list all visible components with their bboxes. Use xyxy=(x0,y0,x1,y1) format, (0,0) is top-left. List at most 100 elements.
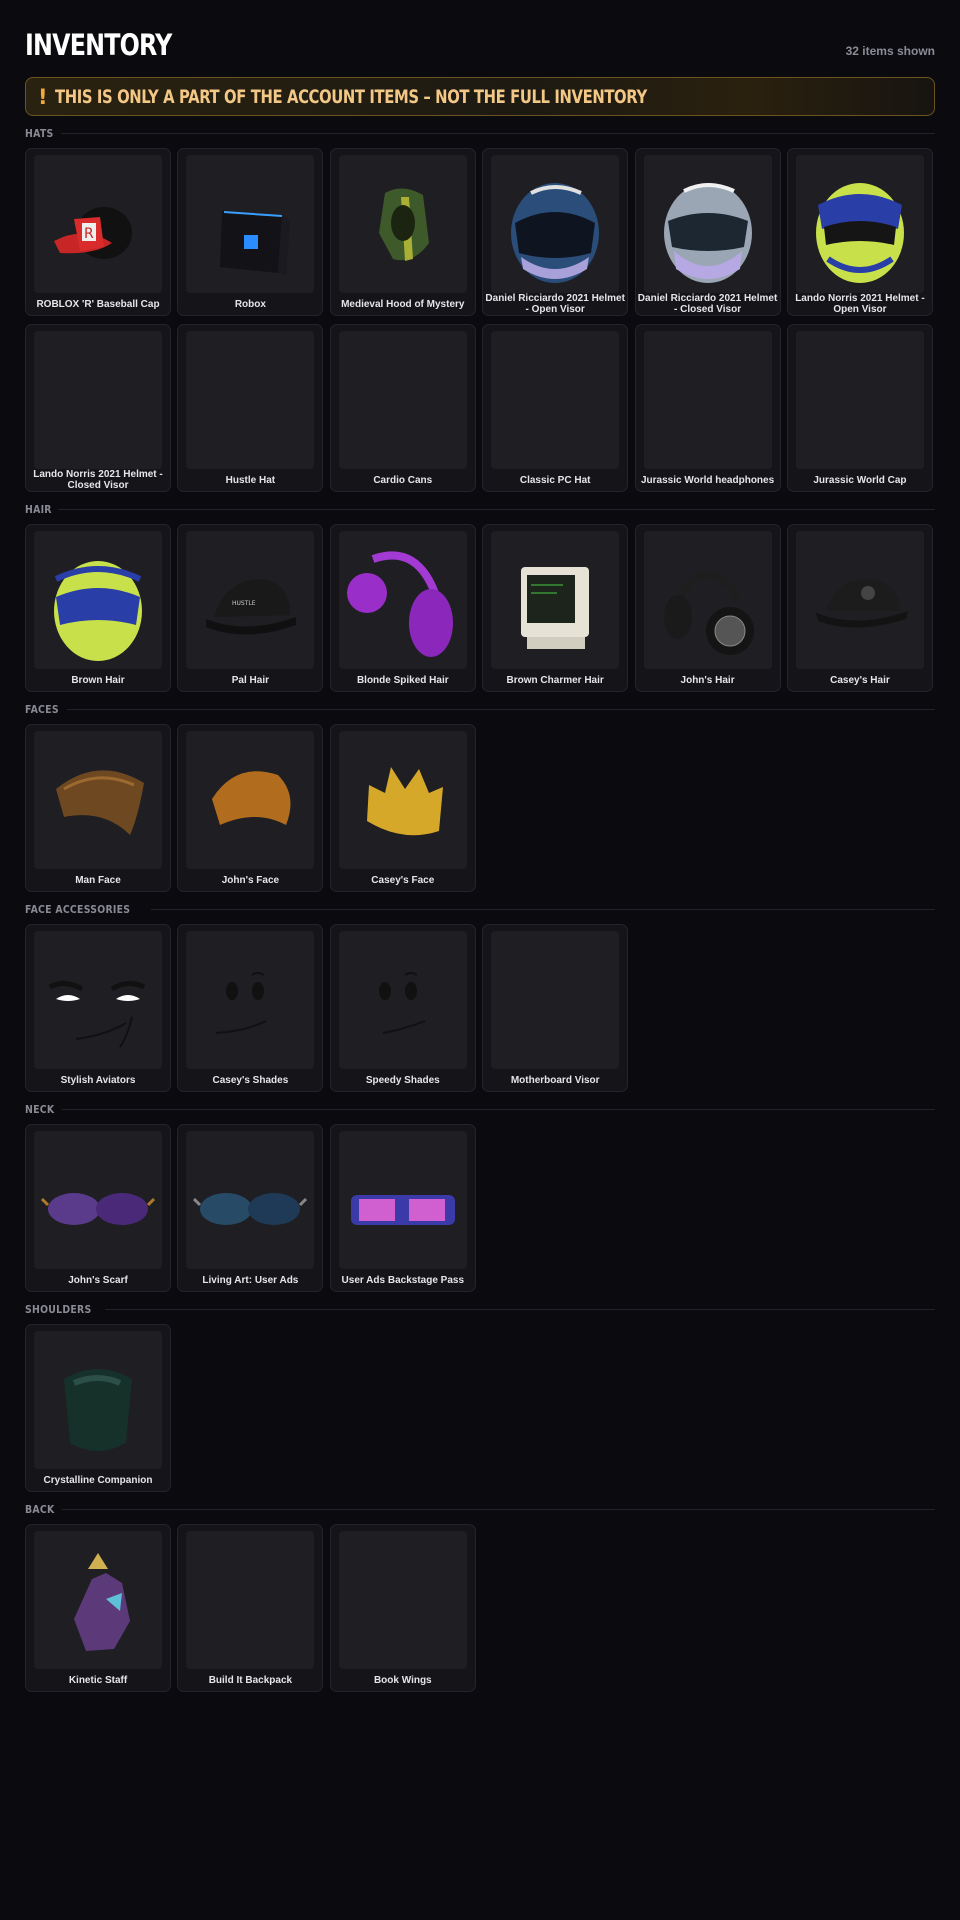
helmet-icon xyxy=(511,183,600,283)
item-thumbnail xyxy=(491,531,620,669)
helmet-icon xyxy=(663,183,752,283)
item-card[interactable]: Blonde Spiked Hair xyxy=(329,524,476,692)
helmet-icon xyxy=(815,183,904,283)
item-thumbnail xyxy=(338,731,467,869)
partial-inventory-warning: ! THIS IS ONLY A PART OF THE ACCOUNT ITE… xyxy=(25,77,935,116)
item-card[interactable]: Jurassic World headphones xyxy=(634,324,781,492)
item-card[interactable]: Crystalline Companion xyxy=(25,1324,171,1492)
sunglasses-icon xyxy=(48,981,146,1048)
cap-icon xyxy=(796,331,924,469)
item-thumbnail: HUSTLE xyxy=(186,531,315,669)
item-card[interactable]: User Ads Backstage Pass xyxy=(329,1124,476,1292)
item-thumbnail xyxy=(34,1531,162,1669)
item-name: Casey's Hair xyxy=(830,674,890,686)
item-thumbnail xyxy=(491,331,620,469)
item-card[interactable]: Book Wings xyxy=(329,1524,476,1692)
item-card[interactable]: Man Face xyxy=(25,724,171,892)
section-divider xyxy=(61,1509,935,1510)
item-card[interactable]: Hustle Hat xyxy=(177,324,324,492)
item-name: Speedy Shades xyxy=(365,1074,440,1086)
hair-icon xyxy=(815,579,908,628)
item-card[interactable]: Stylish Aviators xyxy=(25,924,171,1092)
item-thumbnail xyxy=(186,1531,315,1669)
item-card[interactable]: Casey's Hair xyxy=(786,524,933,692)
baseball-cap-icon: R xyxy=(54,207,132,259)
section-divider xyxy=(105,1309,935,1310)
item-thumbnail xyxy=(34,1131,162,1269)
lanyard-icon xyxy=(350,1195,455,1225)
cap-icon xyxy=(186,331,314,469)
face-icon xyxy=(56,770,144,835)
inventory-header: INVENTORY 32 items shown xyxy=(25,0,935,62)
inventory-sections: HATS R ROBLOX 'R' Baseball Cap Robox Medieva… xyxy=(25,123,935,1692)
hair-icon: HUSTLE xyxy=(206,579,297,635)
item-card[interactable]: Living Art: User Ads xyxy=(177,1124,324,1292)
item-card[interactable]: Robox xyxy=(177,148,324,316)
item-card[interactable]: Lando Norris 2021 Helmet - Open Visor xyxy=(786,148,933,316)
visor-icon xyxy=(491,931,619,1069)
item-card[interactable]: Daniel Ricciardo 2021 Helmet - Open Viso… xyxy=(482,148,629,316)
item-thumbnail xyxy=(186,155,315,293)
item-thumbnail xyxy=(643,155,772,293)
item-name: Daniel Ricciardo 2021 Helmet - Open Viso… xyxy=(485,293,625,315)
item-card[interactable]: Kinetic Staff xyxy=(25,1524,171,1692)
item-thumbnail xyxy=(338,1531,467,1669)
warning-text: THIS IS ONLY A PART OF THE ACCOUNT ITEMS… xyxy=(55,85,647,108)
section-divider xyxy=(60,133,935,134)
hood-icon xyxy=(378,188,429,261)
item-name: Jurassic World headphones xyxy=(640,474,775,486)
hair-icon xyxy=(346,551,453,657)
picture-frame-icon xyxy=(193,1193,308,1225)
section-header-face-accessories: FACE ACCESSORIES xyxy=(25,899,935,920)
item-card[interactable]: Cardio Cans xyxy=(329,324,476,492)
item-thumbnail xyxy=(34,331,162,469)
item-card[interactable]: HUSTLE Pal Hair xyxy=(177,524,324,692)
item-name: Hustle Hat xyxy=(225,474,276,486)
item-card[interactable]: Brown Charmer Hair xyxy=(482,524,629,692)
item-card[interactable]: Casey's Shades xyxy=(177,924,324,1092)
companion-icon xyxy=(64,1369,132,1451)
item-name: Pal Hair xyxy=(231,674,270,686)
section-header-back: BACK xyxy=(25,1499,935,1520)
section-divider xyxy=(150,909,935,910)
item-card[interactable]: John's Hair xyxy=(634,524,781,692)
item-card[interactable]: Build It Backpack xyxy=(177,1524,324,1692)
item-name: Brown Hair xyxy=(71,674,125,686)
item-card[interactable]: Jurassic World Cap xyxy=(786,324,933,492)
sunglasses-icon xyxy=(216,972,267,1034)
item-card[interactable]: Daniel Ricciardo 2021 Helmet - Closed Vi… xyxy=(634,148,781,316)
item-card[interactable]: Classic PC Hat xyxy=(482,324,629,492)
item-card[interactable]: John's Face xyxy=(177,724,324,892)
item-name: User Ads Backstage Pass xyxy=(341,1274,465,1286)
item-name: Classic PC Hat xyxy=(519,474,591,486)
section-divider xyxy=(58,509,935,510)
item-card[interactable]: Brown Hair xyxy=(25,524,171,692)
item-thumbnail xyxy=(643,331,772,469)
item-grid: Crystalline Companion xyxy=(25,1324,935,1492)
item-card[interactable]: Medieval Hood of Mystery xyxy=(329,148,476,316)
item-card[interactable]: Casey's Face xyxy=(329,724,476,892)
item-thumbnail xyxy=(186,331,315,469)
item-card[interactable]: Motherboard Visor xyxy=(482,924,629,1092)
item-card[interactable]: Speedy Shades xyxy=(329,924,476,1092)
computer-icon xyxy=(491,331,619,469)
hair-icon xyxy=(54,561,142,661)
hair-icon xyxy=(521,567,590,649)
item-name: John's Face xyxy=(221,874,280,886)
svg-text:R: R xyxy=(84,226,94,242)
item-grid: R ROBLOX 'R' Baseball Cap Robox Medieval Ho… xyxy=(25,148,935,492)
section-header-neck: NECK xyxy=(25,1099,935,1120)
item-name: Cardio Cans xyxy=(373,474,433,486)
staff-icon xyxy=(74,1553,130,1651)
item-name: ROBLOX 'R' Baseball Cap xyxy=(36,298,160,310)
item-thumbnail xyxy=(795,531,924,669)
robox-icon xyxy=(220,211,291,275)
item-name: Casey's Shades xyxy=(212,1074,289,1086)
items-count: 32 items shown xyxy=(845,44,935,58)
item-card[interactable]: John's Scarf xyxy=(25,1124,171,1292)
headphones-icon xyxy=(644,331,772,469)
item-card[interactable]: R ROBLOX 'R' Baseball Cap xyxy=(25,148,171,316)
item-thumbnail xyxy=(795,331,924,469)
item-thumbnail xyxy=(491,155,620,293)
item-card[interactable]: Lando Norris 2021 Helmet - Closed Visor xyxy=(25,324,171,492)
